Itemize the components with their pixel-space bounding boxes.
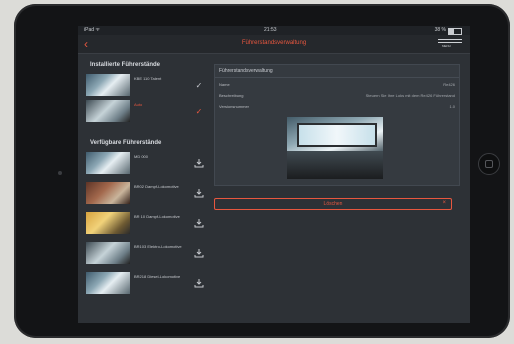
check-icon: ✓ xyxy=(195,81,203,90)
available-item[interactable]: BR218 Diesel-Lokomotive xyxy=(86,272,204,294)
cab-thumbnail xyxy=(86,152,130,174)
page-title: Führerstandsverwaltung xyxy=(241,40,307,46)
cab-thumbnail xyxy=(86,242,130,264)
delete-icon: × xyxy=(442,200,446,206)
menu-line xyxy=(438,39,462,40)
detail-title: Führerstandsverwaltung xyxy=(219,68,273,74)
available-item[interactable]: BR02 Dampf-Lokomotive xyxy=(86,182,204,204)
download-icon[interactable] xyxy=(194,248,204,258)
property-row-version: Versionsnummer 1.0 xyxy=(219,103,455,112)
cab-thumbnail xyxy=(86,74,130,96)
available-item-label: MD 000 xyxy=(134,154,149,159)
navigation-bar: ‹ Führerstandsverwaltung MENU xyxy=(78,35,470,54)
available-item[interactable]: BR103 Elektro-Lokomotive xyxy=(86,242,204,264)
detail-header: Führerstandsverwaltung xyxy=(215,65,459,78)
battery-icon xyxy=(448,28,462,35)
property-row-description: Beschreibung Steuern Sie Ihre Loks mit d… xyxy=(219,92,455,101)
cab-list-panel: Installierte Führerstände KBE 110 Talent… xyxy=(78,54,210,323)
installed-item[interactable]: KBE 110 Talent ✓ xyxy=(86,74,204,96)
menu-line xyxy=(438,42,462,43)
download-icon[interactable] xyxy=(194,278,204,288)
download-icon[interactable] xyxy=(194,218,204,228)
property-row-name: Name Re426 xyxy=(219,81,455,90)
screen: iPad ᯤ 21:53 38 % ‹ Führerstandsverwaltu… xyxy=(78,26,470,323)
status-carrier: iPad ᯤ xyxy=(84,27,100,33)
cab-thumbnail xyxy=(86,182,130,204)
menu-button[interactable]: MENU xyxy=(438,38,462,50)
property-value: 1.0 xyxy=(449,104,455,109)
installed-item-label: KBE 110 Talent xyxy=(134,76,162,81)
ipad-bezel: iPad ᯤ 21:53 38 % ‹ Führerstandsverwaltu… xyxy=(14,4,510,338)
status-time: 21:53 xyxy=(264,27,277,33)
menu-label: MENU xyxy=(442,44,451,48)
cab-preview-image xyxy=(287,117,383,179)
home-button-square xyxy=(485,160,493,168)
property-label: Beschreibung xyxy=(219,93,244,98)
property-value: Re426 xyxy=(443,82,455,87)
available-item-label: BR103 Elektro-Lokomotive xyxy=(134,244,182,249)
cab-thumbnail xyxy=(86,212,130,234)
download-icon[interactable] xyxy=(194,158,204,168)
cab-thumbnail xyxy=(86,272,130,294)
detail-card: Führerstandsverwaltung Name Re426 Beschr… xyxy=(214,64,460,186)
available-item-label: BR 10 Dampf-Lokomotive xyxy=(134,214,180,219)
preview-control-desk xyxy=(287,151,383,179)
property-label: Name xyxy=(219,82,230,87)
delete-label: Löschen xyxy=(323,201,343,207)
available-section-title: Verfügbare Führerstände xyxy=(90,140,162,146)
camera xyxy=(58,171,62,175)
property-value: Steuern Sie Ihre Loks mit dem Re426 Führ… xyxy=(365,93,455,98)
status-battery: 38 % xyxy=(434,27,446,33)
installed-item-label: Auto xyxy=(134,102,143,107)
available-item[interactable]: BR 10 Dampf-Lokomotive xyxy=(86,212,204,234)
property-label: Versionsnummer xyxy=(219,104,250,109)
cab-thumbnail xyxy=(86,100,130,122)
available-item-label: BR02 Dampf-Lokomotive xyxy=(134,184,179,189)
preview-windshield xyxy=(297,123,377,147)
home-button[interactable] xyxy=(478,153,500,175)
installed-item-selected[interactable]: Auto ✓ xyxy=(86,100,204,122)
battery-fill xyxy=(449,29,454,34)
available-item[interactable]: MD 000 xyxy=(86,152,204,174)
check-icon: ✓ xyxy=(195,107,203,116)
status-bar: iPad ᯤ 21:53 38 % xyxy=(78,26,470,35)
available-item-label: BR218 Diesel-Lokomotive xyxy=(134,274,181,279)
delete-button[interactable]: Löschen × xyxy=(214,198,452,210)
download-icon[interactable] xyxy=(194,188,204,198)
installed-section-title: Installierte Führerstände xyxy=(90,62,161,68)
